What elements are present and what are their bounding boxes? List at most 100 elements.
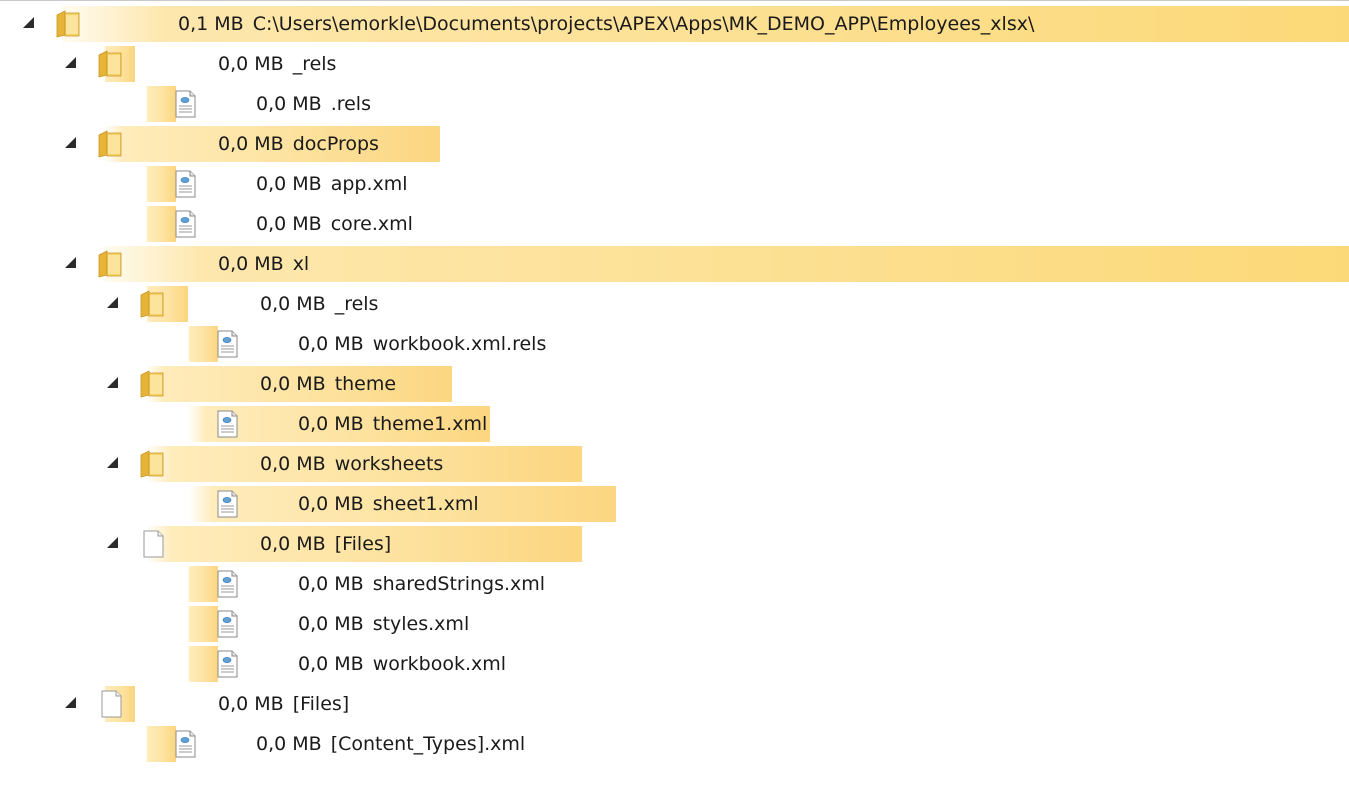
xml-file-icon — [170, 169, 200, 199]
expand-toggle-icon[interactable] — [65, 137, 76, 148]
row-label: 0,0 MB sheet1.xml — [298, 492, 479, 516]
folder-icon — [138, 449, 168, 479]
xml-file-icon — [212, 489, 242, 519]
file-row[interactable]: 0,0 MB styles.xml — [0, 604, 1349, 644]
size-value: 0,0 MB — [218, 693, 284, 715]
item-name: workbook.xml — [372, 653, 507, 675]
item-name: worksheets — [334, 453, 444, 475]
size-value: 0,0 MB — [298, 653, 364, 675]
row-label: 0,0 MB core.xml — [256, 212, 413, 236]
size-value: 0,0 MB — [260, 533, 326, 555]
file-row[interactable]: 0,0 MB core.xml — [0, 204, 1349, 244]
size-value: 0,0 MB — [260, 373, 326, 395]
item-name: styles.xml — [372, 613, 470, 635]
row-label: 0,0 MB app.xml — [256, 172, 408, 196]
folder-row[interactable]: 0,0 MB [Files] — [0, 684, 1349, 724]
folder-row[interactable]: 0,0 MB [Files] — [0, 524, 1349, 564]
item-name: [Files] — [292, 693, 350, 715]
size-value: 0,0 MB — [298, 333, 364, 355]
size-value: 0,0 MB — [298, 413, 364, 435]
item-name: workbook.xml.rels — [372, 333, 547, 355]
file-row[interactable]: 0,0 MB sharedStrings.xml — [0, 564, 1349, 604]
folder-icon — [96, 49, 126, 79]
row-label: 0,0 MB workbook.xml — [298, 652, 506, 676]
folder-row[interactable]: 0,1 MB C:\Users\emorkle\Documents\project… — [0, 4, 1349, 44]
item-name: [Content_Types].xml — [330, 733, 526, 755]
folder-row[interactable]: 0,0 MB theme — [0, 364, 1349, 404]
item-name: sharedStrings.xml — [372, 573, 546, 595]
file-row[interactable]: 0,0 MB .rels — [0, 84, 1349, 124]
folder-icon — [138, 369, 168, 399]
expand-toggle-icon[interactable] — [65, 257, 76, 268]
file-row[interactable]: 0,0 MB sheet1.xml — [0, 484, 1349, 524]
row-label: 0,0 MB styles.xml — [298, 612, 469, 636]
item-name: _rels — [334, 293, 379, 315]
folder-row[interactable]: 0,0 MB _rels — [0, 44, 1349, 84]
file-row[interactable]: 0,0 MB app.xml — [0, 164, 1349, 204]
size-value: 0,0 MB — [260, 293, 326, 315]
folder-row[interactable]: 0,0 MB xl — [0, 244, 1349, 284]
size-value: 0,0 MB — [256, 173, 322, 195]
item-name: _rels — [292, 53, 337, 75]
item-name: core.xml — [330, 213, 413, 235]
blank-file-icon — [96, 689, 126, 719]
row-label: 0,1 MB C:\Users\emorkle\Documents\project… — [178, 12, 1034, 36]
file-row[interactable]: 0,0 MB workbook.xml — [0, 644, 1349, 684]
item-name: .rels — [330, 93, 371, 115]
xml-file-icon — [212, 609, 242, 639]
item-name: theme — [334, 373, 397, 395]
item-name: app.xml — [330, 173, 408, 195]
item-name: theme1.xml — [372, 413, 488, 435]
folder-icon — [54, 9, 84, 39]
expand-toggle-icon[interactable] — [107, 297, 118, 308]
row-label: 0,0 MB [Files] — [260, 532, 391, 556]
file-row[interactable]: 0,0 MB [Content_Types].xml — [0, 724, 1349, 764]
size-value: 0,0 MB — [218, 133, 284, 155]
xml-file-icon — [170, 89, 200, 119]
folder-icon — [96, 249, 126, 279]
row-label: 0,0 MB workbook.xml.rels — [298, 332, 546, 356]
size-value: 0,0 MB — [256, 733, 322, 755]
row-label: 0,0 MB .rels — [256, 92, 371, 116]
item-name: sheet1.xml — [372, 493, 479, 515]
size-value: 0,0 MB — [218, 53, 284, 75]
expand-toggle-icon[interactable] — [107, 457, 118, 468]
xml-file-icon — [212, 649, 242, 679]
item-name: xl — [292, 253, 310, 275]
row-label: 0,0 MB _rels — [218, 52, 336, 76]
size-value: 0,0 MB — [260, 453, 326, 475]
xml-file-icon — [212, 569, 242, 599]
expand-toggle-icon[interactable] — [23, 17, 34, 28]
folder-row[interactable]: 0,0 MB docProps — [0, 124, 1349, 164]
row-label: 0,0 MB [Files] — [218, 692, 349, 716]
item-name: C:\Users\emorkle\Documents\projects\APEX… — [252, 13, 1035, 35]
folder-row[interactable]: 0,0 MB worksheets — [0, 444, 1349, 484]
xml-file-icon — [212, 409, 242, 439]
expand-toggle-icon[interactable] — [107, 537, 118, 548]
size-tree: 0,1 MB C:\Users\emorkle\Documents\project… — [0, 0, 1349, 808]
top-border — [0, 0, 1349, 1]
row-label: 0,0 MB _rels — [260, 292, 378, 316]
size-value: 0,0 MB — [218, 253, 284, 275]
size-value: 0,0 MB — [256, 213, 322, 235]
blank-file-icon — [138, 529, 168, 559]
row-label: 0,0 MB theme1.xml — [298, 412, 487, 436]
item-name: [Files] — [334, 533, 392, 555]
file-row[interactable]: 0,0 MB workbook.xml.rels — [0, 324, 1349, 364]
expand-toggle-icon[interactable] — [65, 697, 76, 708]
file-row[interactable]: 0,0 MB theme1.xml — [0, 404, 1349, 444]
folder-row[interactable]: 0,0 MB _rels — [0, 284, 1349, 324]
folder-icon — [96, 129, 126, 159]
size-value: 0,0 MB — [298, 573, 364, 595]
row-label: 0,0 MB xl — [218, 252, 309, 276]
row-label: 0,0 MB docProps — [218, 132, 379, 156]
size-value: 0,0 MB — [298, 493, 364, 515]
row-label: 0,0 MB sharedStrings.xml — [298, 572, 545, 596]
row-label: 0,0 MB theme — [260, 372, 396, 396]
expand-toggle-icon[interactable] — [65, 57, 76, 68]
size-value: 0,1 MB — [178, 13, 244, 35]
item-name: docProps — [292, 133, 379, 155]
xml-file-icon — [170, 729, 200, 759]
expand-toggle-icon[interactable] — [107, 377, 118, 388]
row-label: 0,0 MB worksheets — [260, 452, 443, 476]
